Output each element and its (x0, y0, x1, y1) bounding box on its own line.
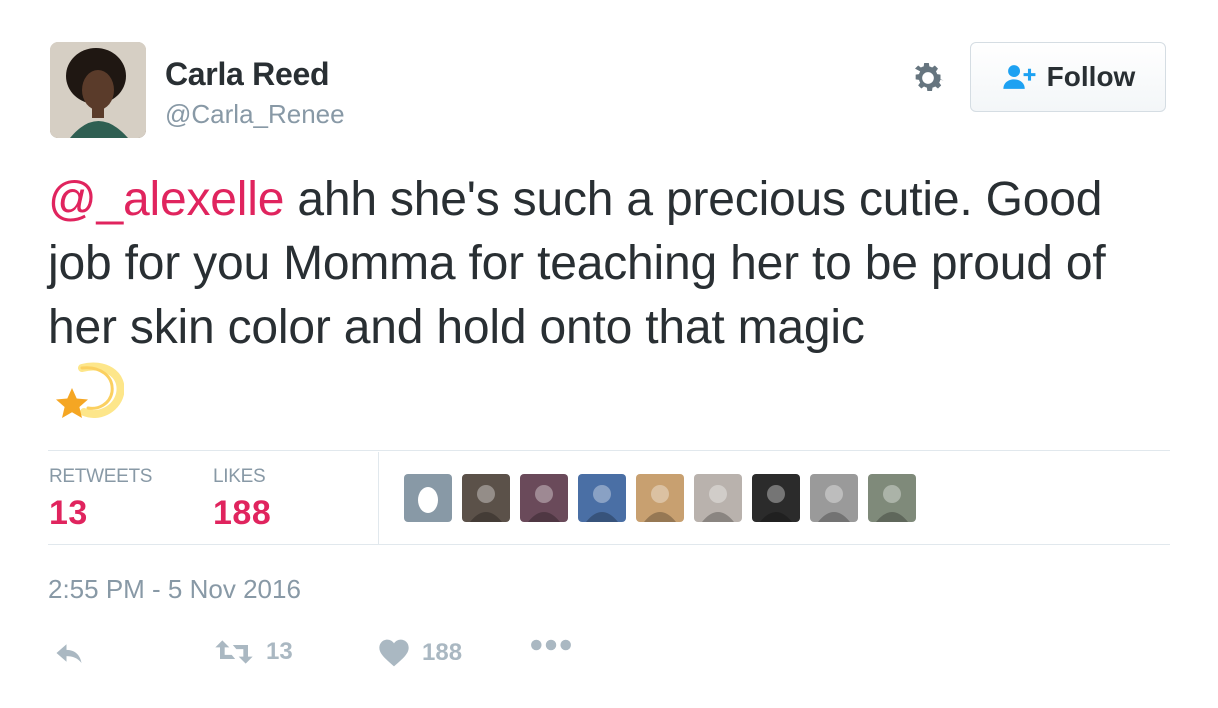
liker-avatar[interactable] (520, 474, 568, 522)
tweet-timestamp[interactable]: 2:55 PM - 5 Nov 2016 (48, 574, 301, 605)
retweet-count: 13 (266, 638, 293, 665)
liker-avatar[interactable] (636, 474, 684, 522)
liker-avatar[interactable] (462, 474, 510, 522)
more-button[interactable] (530, 638, 572, 652)
reply-icon (56, 644, 82, 663)
retweets-stat[interactable]: RETWEETS 13 (49, 466, 152, 533)
liker-avatar[interactable] (868, 474, 916, 522)
more-icon (531, 639, 571, 651)
retweet-icon (215, 640, 253, 664)
follow-label: Follow (1046, 61, 1136, 92)
tweet-mention[interactable]: @_alexelle (48, 173, 284, 226)
likers-list (404, 474, 916, 522)
like-button[interactable]: 188 (378, 638, 462, 668)
retweets-label: RETWEETS (49, 466, 153, 487)
retweet-button[interactable]: 13 (214, 638, 293, 666)
avatar-image (50, 42, 146, 138)
stats-top-divider (48, 450, 1170, 451)
gear-icon[interactable] (908, 58, 948, 98)
follow-user-icon (1003, 65, 1036, 89)
likes-stat[interactable]: LIKES 188 (213, 466, 271, 533)
likes-value: 188 (213, 494, 272, 532)
liker-avatar[interactable] (404, 474, 452, 522)
user-handle[interactable]: @Carla_Renee (165, 99, 345, 130)
tweet-text: @_alexelle ahh she's such a precious cut… (48, 168, 1178, 360)
stats-vertical-divider (378, 452, 379, 544)
liker-avatar[interactable] (752, 474, 800, 522)
stats-bottom-divider (48, 544, 1170, 545)
retweets-value: 13 (49, 494, 88, 532)
heart-icon (379, 639, 409, 667)
liker-avatar[interactable] (578, 474, 626, 522)
liker-avatar[interactable] (810, 474, 858, 522)
liker-avatar[interactable] (694, 474, 742, 522)
avatar[interactable] (50, 42, 146, 138)
follow-button[interactable]: Follow (970, 42, 1166, 112)
likes-label: LIKES (213, 466, 266, 487)
dizzy-star-emoji (52, 360, 125, 424)
like-count: 188 (422, 639, 463, 666)
user-name[interactable]: Carla Reed (165, 56, 330, 93)
reply-button[interactable] (52, 638, 86, 668)
